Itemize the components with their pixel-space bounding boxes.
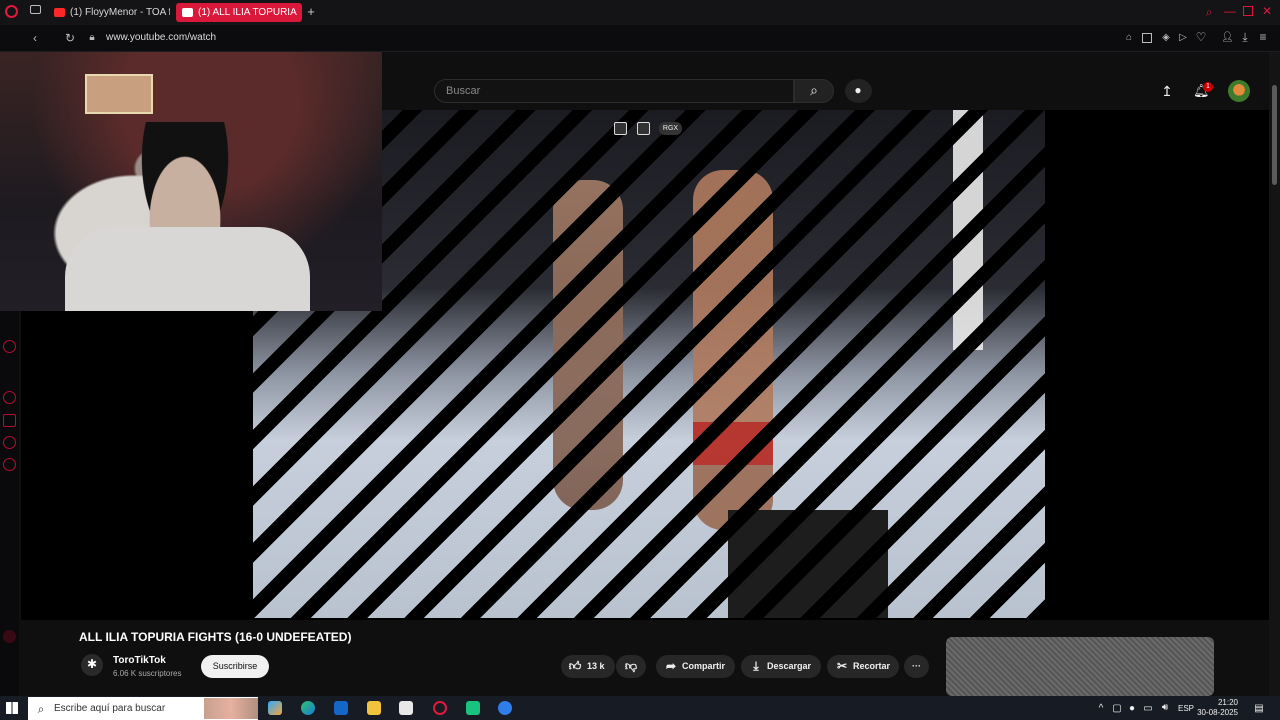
- tab-switcher-icon[interactable]: [30, 5, 41, 14]
- overlay-label[interactable]: RGX: [659, 122, 682, 135]
- download-icon[interactable]: ⤓: [1239, 30, 1251, 44]
- download-icon: ⤓: [753, 659, 759, 673]
- thumbs-down-icon: 👎︎: [624, 659, 638, 673]
- sidebar-mail-icon[interactable]: [3, 436, 16, 449]
- pin-icon[interactable]: ⌂: [1123, 31, 1135, 45]
- clip-button[interactable]: ✂︎ Recortar: [827, 655, 899, 678]
- subscribe-button[interactable]: Suscribirse: [201, 655, 269, 678]
- minimize-icon[interactable]: —: [1224, 4, 1236, 18]
- store-icon[interactable]: [399, 701, 413, 715]
- subscriber-count: 6.06 K suscriptores: [113, 669, 182, 678]
- channel-name[interactable]: ToroTikTok: [113, 655, 166, 666]
- snapshot-icon[interactable]: [1142, 33, 1152, 43]
- thumbs-up-icon: 👍︎: [568, 659, 582, 673]
- sidebar-settings-icon[interactable]: [3, 458, 16, 471]
- file-explorer-icon[interactable]: [367, 701, 381, 715]
- url-field[interactable]: www.youtube.com/watch: [106, 32, 216, 43]
- video-title: ALL ILIA TOPURIA FIGHTS (16-0 UNDEFEATED…: [79, 630, 352, 644]
- clock-time: 21:20: [1217, 698, 1238, 707]
- browser-tab-bar: (1) FloyyMenor - TOA ft. C (1) ALL ILIA …: [0, 0, 1280, 25]
- play-icon[interactable]: ▷: [1177, 31, 1189, 45]
- tray-volume-icon[interactable]: 🔊︎: [1159, 701, 1171, 715]
- wall-picture: [85, 74, 153, 114]
- sidebar-history-icon[interactable]: [3, 391, 16, 404]
- upload-icon[interactable]: ↥: [1160, 84, 1174, 98]
- channel-avatar[interactable]: ✱: [81, 654, 103, 676]
- app-blue-icon[interactable]: [498, 701, 512, 715]
- edge-icon[interactable]: [301, 701, 315, 715]
- taskbar-clock[interactable]: 21:20 30-08-2025: [1196, 698, 1238, 718]
- more-actions-button[interactable]: ···: [904, 655, 929, 678]
- sidebar-extensions-icon[interactable]: [3, 414, 16, 427]
- opera-gx-icon[interactable]: [433, 701, 447, 715]
- search-icon: ⌕: [810, 82, 818, 98]
- search-tabs-icon[interactable]: ⌕: [1203, 5, 1215, 19]
- back-icon[interactable]: ‹: [29, 31, 41, 45]
- tab-floyymenor[interactable]: (1) FloyyMenor - TOA ft. C: [48, 3, 170, 22]
- recommended-thumbnail[interactable]: [946, 637, 1214, 696]
- notification-center-icon[interactable]: ▤: [1253, 702, 1265, 716]
- avatar[interactable]: [1228, 80, 1250, 102]
- scrollbar-thumb[interactable]: [1272, 85, 1277, 185]
- notification-badge: 1: [1203, 82, 1213, 92]
- heart-icon[interactable]: ♡: [1195, 30, 1207, 44]
- menu-icon[interactable]: ≡: [1257, 30, 1269, 44]
- tray-device-icon[interactable]: ▢: [1111, 702, 1123, 716]
- address-bar: ‹ ↻ 🔒︎ www.youtube.com/watch ⌂ ◈ ▷ ♡ 👤︎ …: [0, 25, 1280, 52]
- webcam-overlay: [0, 52, 382, 311]
- sidebar-player-icon[interactable]: [3, 340, 16, 353]
- speaker-icon: [182, 8, 193, 17]
- maximize-icon[interactable]: [1243, 6, 1253, 16]
- tray-chevron-icon[interactable]: ^: [1096, 702, 1106, 716]
- windows-start-icon[interactable]: [6, 702, 18, 714]
- close-icon[interactable]: ✕: [1261, 4, 1273, 18]
- share-icon: ➦: [665, 659, 677, 673]
- search-input[interactable]: Buscar: [434, 79, 794, 103]
- clock-date: 30-08-2025: [1197, 708, 1238, 717]
- like-button[interactable]: 👍︎ 13 k: [561, 655, 615, 678]
- shield-icon[interactable]: ◈: [1160, 31, 1172, 45]
- scissors-icon: ✂︎: [836, 659, 848, 673]
- tray-mic-icon[interactable]: ●: [1127, 702, 1137, 716]
- search-button[interactable]: ⌕: [794, 79, 834, 103]
- search-highlight-image: [204, 698, 258, 719]
- app-green-icon[interactable]: [466, 701, 480, 715]
- share-button[interactable]: ➦ Compartir: [656, 655, 735, 678]
- voice-search-button[interactable]: ●: [845, 79, 872, 103]
- download-button[interactable]: ⤓ Descargar: [741, 655, 821, 678]
- opera-logo-icon[interactable]: [5, 5, 18, 18]
- detach-icon[interactable]: [637, 122, 650, 135]
- copilot-icon[interactable]: [268, 701, 282, 715]
- reload-icon[interactable]: ↻: [64, 31, 76, 45]
- sidebar-more-icon[interactable]: [3, 630, 16, 643]
- youtube-icon: [54, 8, 65, 17]
- tab-ilia-topuria[interactable]: (1) ALL ILIA TOPURIA: [176, 3, 302, 22]
- profile-icon[interactable]: 👤︎: [1221, 31, 1234, 45]
- outlook-icon[interactable]: [334, 701, 348, 715]
- tray-network-icon[interactable]: ▭: [1142, 702, 1154, 716]
- pip-icon[interactable]: [614, 122, 627, 135]
- new-tab-icon[interactable]: +: [305, 5, 317, 19]
- dislike-button[interactable]: 👎︎: [616, 655, 646, 678]
- bull-icon: ✱: [86, 657, 98, 671]
- taskbar-search-icon: ⌕: [37, 702, 45, 716]
- language-indicator[interactable]: ESP: [1178, 704, 1194, 713]
- like-count: 13 k: [587, 661, 605, 671]
- lock-icon: 🔒︎: [89, 32, 95, 43]
- streamer-body: [65, 227, 310, 311]
- microphone-icon: ●: [854, 83, 862, 97]
